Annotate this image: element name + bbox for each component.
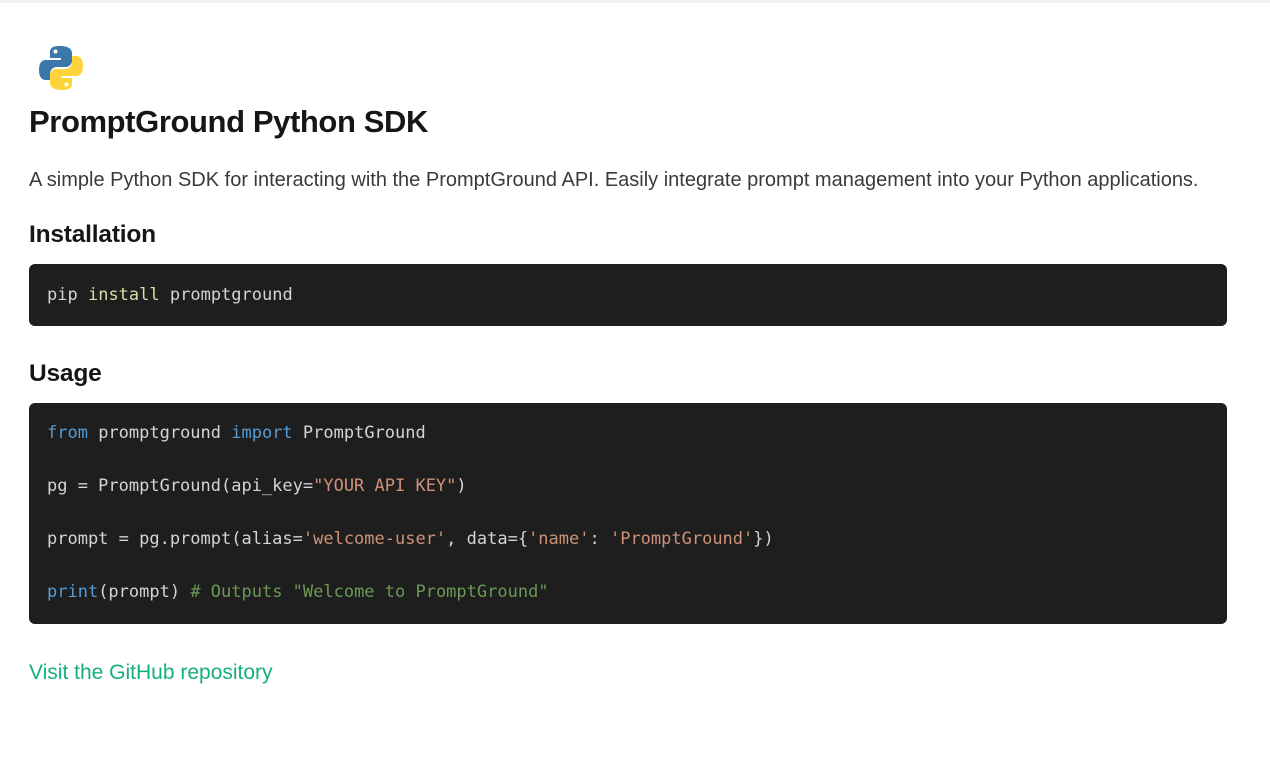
code-token: prompt = pg.prompt(alias= xyxy=(47,529,303,549)
code-line: pg = PromptGround(api_key="YOUR API KEY"… xyxy=(47,471,1209,524)
code-token: 'welcome-user' xyxy=(302,529,447,549)
usage-heading: Usage xyxy=(29,360,102,387)
code-token: import xyxy=(231,423,293,443)
code-token: pg = PromptGround(api_key= xyxy=(47,476,314,496)
page-title: PromptGround Python SDK xyxy=(29,104,428,139)
code-token: (prompt) xyxy=(98,582,191,602)
code-token: from xyxy=(47,423,88,443)
top-border xyxy=(0,0,1270,3)
code-line: print(prompt) # Outputs "Welcome to Prom… xyxy=(47,577,1209,630)
code-token: }) xyxy=(753,529,774,549)
github-repository-link[interactable]: Visit the GitHub repository xyxy=(29,661,273,685)
code-token: , data={ xyxy=(446,529,529,549)
code-token: 'name' xyxy=(528,529,590,549)
code-token: "YOUR API KEY" xyxy=(313,476,457,496)
code-token: 'PromptGround' xyxy=(609,529,754,549)
code-token: ) xyxy=(456,476,467,496)
usage-code-block[interactable]: from promptground import PromptGround pg… xyxy=(29,403,1227,624)
description: A simple Python SDK for interacting with… xyxy=(29,169,1199,191)
code-line: prompt = pg.prompt(alias='welcome-user',… xyxy=(47,524,1209,577)
code-line: from promptground import PromptGround xyxy=(47,418,1209,471)
python-logo-icon xyxy=(39,46,83,90)
code-token: print xyxy=(47,582,99,602)
code-token: install xyxy=(87,285,160,305)
code-token: : xyxy=(589,529,610,549)
code-token: promptground xyxy=(87,423,232,443)
readme-content: PromptGround Python SDK A simple Python … xyxy=(29,44,1227,685)
code-token: pip xyxy=(47,285,78,305)
installation-heading: Installation xyxy=(29,221,156,248)
code-token: # Outputs "Welcome to PromptGround" xyxy=(190,582,549,602)
code-token: promptground xyxy=(169,285,293,305)
code-token: PromptGround xyxy=(292,423,426,443)
installation-code-block[interactable]: pip install promptground xyxy=(29,264,1227,326)
